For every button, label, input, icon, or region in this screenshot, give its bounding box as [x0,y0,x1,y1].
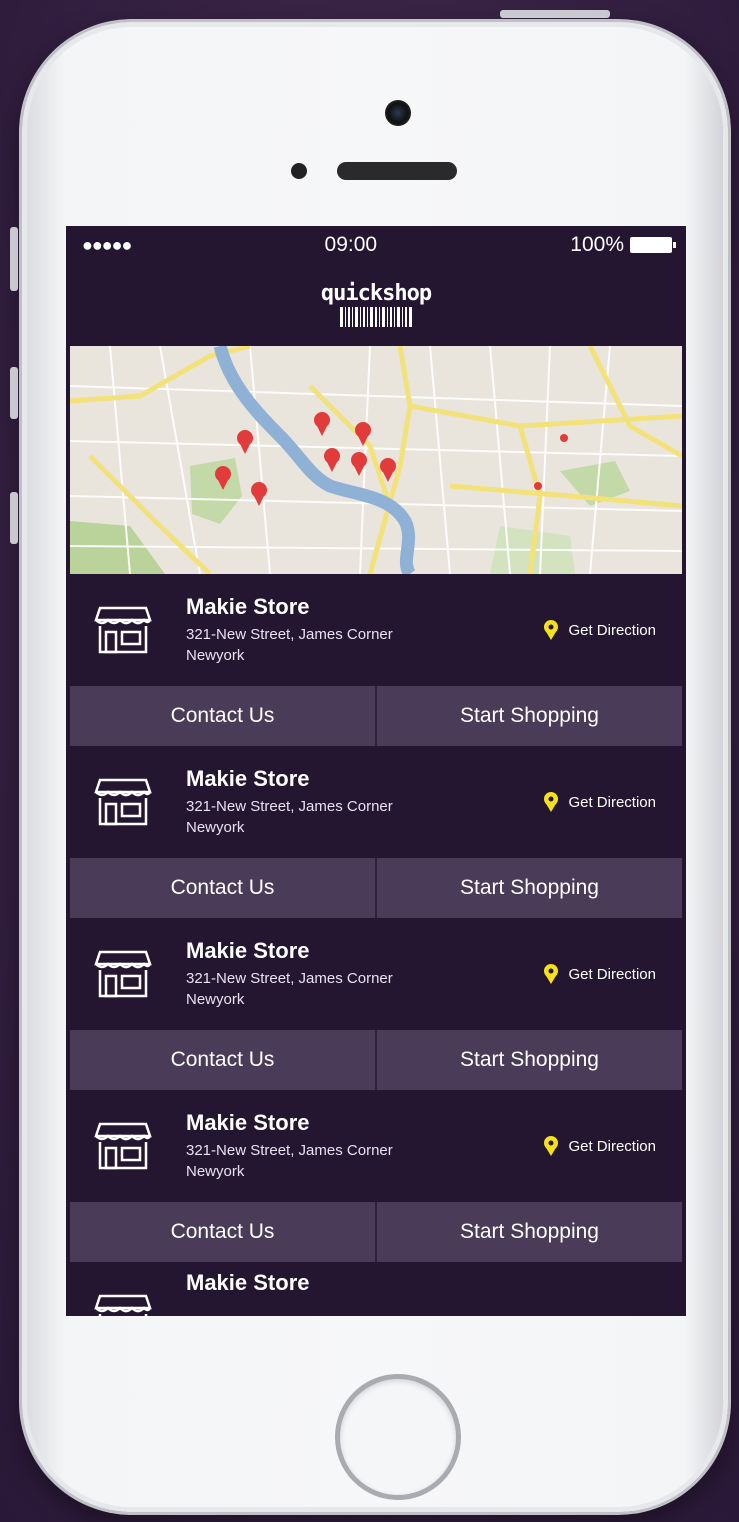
app-header: quickshop [66,264,686,346]
store-address-line2: Newyork [186,991,245,1008]
get-direction-label: Get Direction [568,965,656,983]
get-direction-label: Get Direction [568,1137,656,1155]
location-pin-icon [544,964,559,984]
store-address-line1: 321-New Street, James Corner [186,1142,393,1159]
start-shopping-button[interactable]: Start Shopping [375,1202,682,1262]
store-name: Makie Store [186,1270,310,1295]
start-shopping-button[interactable]: Start Shopping [375,1030,682,1090]
status-bar: ●●●●● 09:00 100% [66,226,686,264]
store-icon [94,778,152,826]
barcode-logo-icon [340,307,412,327]
volume-down-button [10,492,18,544]
store-address-line2: Newyork [186,1163,245,1180]
store-card: Makie Store [70,1262,682,1316]
get-direction-link[interactable]: Get Direction [542,1135,656,1157]
get-direction-label: Get Direction [568,793,656,811]
location-pin-icon [544,792,559,812]
store-address-line1: 321-New Street, James Corner [186,970,393,987]
store-card: Makie Store 321-New Street, James Corner… [70,1090,682,1202]
get-direction-link[interactable]: Get Direction [542,619,656,641]
map-graphic [70,346,682,574]
contact-us-button[interactable]: Contact Us [70,1030,375,1090]
start-shopping-button[interactable]: Start Shopping [375,686,682,746]
store-icon [94,606,152,654]
app-logo: quickshop [320,281,432,306]
volume-up-button [10,367,18,419]
store-name: Makie Store [186,1110,310,1135]
store-icon [94,950,152,998]
store-card: Makie Store 321-New Street, James Corner… [70,918,682,1030]
contact-us-button[interactable]: Contact Us [70,858,375,918]
power-button [500,10,610,18]
store-map[interactable] [70,346,682,574]
store-address-line2: Newyork [186,647,245,664]
battery-indicator: 100% [570,233,676,257]
front-camera [385,100,411,126]
store-icon [94,1294,152,1316]
battery-icon [630,237,676,253]
mute-switch [10,227,18,291]
store-card: Makie Store 321-New Street, James Corner… [70,746,682,858]
get-direction-link[interactable]: Get Direction [542,791,656,813]
location-pin-icon [544,620,559,640]
proximity-sensor [291,163,307,179]
start-shopping-button[interactable]: Start Shopping [375,858,682,918]
store-actions: Contact Us Start Shopping [70,858,682,918]
store-name: Makie Store [186,594,310,619]
store-icon [94,1122,152,1170]
contact-us-button[interactable]: Contact Us [70,1202,375,1262]
home-button[interactable] [335,1374,461,1500]
status-time: 09:00 [324,233,378,256]
store-actions: Contact Us Start Shopping [70,686,682,746]
signal-indicator: ●●●●● [82,234,132,255]
store-address-line2: Newyork [186,819,245,836]
get-direction-label: Get Direction [568,621,656,639]
store-address-line1: 321-New Street, James Corner [186,798,393,815]
store-address-line1: 321-New Street, James Corner [186,626,393,643]
app-screen: ●●●●● 09:00 100% quickshop Makie Store 3… [66,226,686,1316]
earpiece-speaker [337,162,457,180]
store-card: Makie Store 321-New Street, James Corner… [70,574,682,686]
battery-percent: 100% [570,233,624,256]
get-direction-link[interactable]: Get Direction [542,963,656,985]
store-name: Makie Store [186,938,310,963]
store-actions: Contact Us Start Shopping [70,1202,682,1262]
store-actions: Contact Us Start Shopping [70,1030,682,1090]
contact-us-button[interactable]: Contact Us [70,686,375,746]
store-name: Makie Store [186,766,310,791]
location-pin-icon [544,1136,559,1156]
